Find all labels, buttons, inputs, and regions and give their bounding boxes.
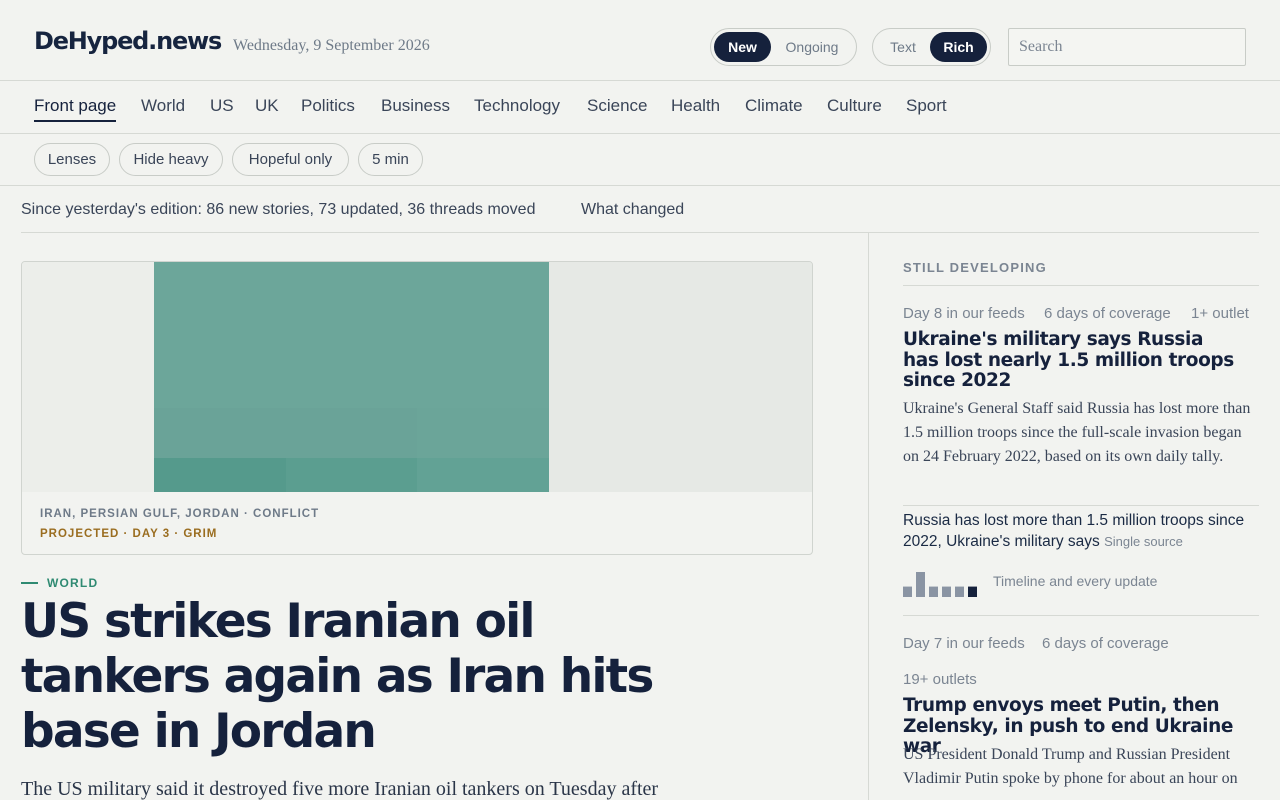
timeline-bar bbox=[955, 586, 964, 597]
developing-story-title[interactable]: Ukraine's military says Russia has lost … bbox=[903, 329, 1243, 392]
filter-bar: Lenses Hide heavy Hopeful only 5 min bbox=[0, 134, 1280, 186]
lead-kicker-label[interactable]: WORLD bbox=[47, 576, 98, 590]
story-day-count: Day 8 in our feeds bbox=[903, 305, 1025, 322]
lead-story-tags: IRAN, PERSIAN GULF, JORDAN · CONFLICT bbox=[40, 508, 320, 520]
lead-story-card[interactable]: IRAN, PERSIAN GULF, JORDAN · CONFLICT PR… bbox=[21, 261, 813, 555]
nav-item-us[interactable]: US bbox=[210, 96, 234, 120]
edition-date: Wednesday, 9 September 2026 bbox=[233, 37, 430, 54]
lead-kicker: WORLD bbox=[21, 576, 98, 590]
mode-text-button[interactable]: Text bbox=[876, 32, 930, 62]
story-day-count: Day 7 in our feeds bbox=[903, 635, 1025, 652]
timeline-sparkline[interactable] bbox=[903, 571, 979, 597]
nav-item-world[interactable]: World bbox=[141, 96, 185, 120]
developing-story-summary: US President Donald Trump and Russian Pr… bbox=[903, 746, 1238, 787]
story-outlet-count: 1+ outlet bbox=[1191, 305, 1249, 322]
search-input[interactable] bbox=[1008, 28, 1246, 66]
filter-5-min-chip[interactable]: 5 min bbox=[358, 143, 423, 176]
view-new-button[interactable]: New bbox=[714, 32, 771, 62]
timeline-bar bbox=[916, 572, 925, 597]
nav-item-uk[interactable]: UK bbox=[255, 96, 279, 120]
still-developing-label: STILL DEVELOPING bbox=[903, 260, 1047, 275]
timeline-bar bbox=[929, 586, 938, 597]
filter-hide-heavy-chip[interactable]: Hide heavy bbox=[119, 143, 223, 176]
filter-lenses-chip[interactable]: Lenses bbox=[34, 143, 110, 176]
story-outlet-count: 19+ outlets bbox=[903, 671, 977, 688]
developing-story-summary: Ukraine's General Staff said Russia has … bbox=[903, 400, 1251, 465]
nav-item-sport[interactable]: Sport bbox=[906, 96, 947, 120]
story-coverage-days: 6 days of coverage bbox=[1044, 305, 1171, 322]
lead-story-image bbox=[22, 262, 812, 492]
what-changed-link[interactable]: What changed bbox=[581, 201, 684, 219]
nav-item-science[interactable]: Science bbox=[587, 96, 647, 120]
lead-headline[interactable]: US strikes Iranian oil tankers again as … bbox=[21, 594, 661, 759]
related-story-source: Single source bbox=[1104, 534, 1183, 549]
site-header: DeHyped.news Wednesday, 9 September 2026… bbox=[0, 0, 1280, 81]
nav-item-business[interactable]: Business bbox=[381, 96, 450, 120]
related-story-title[interactable]: Russia has lost more than 1.5 million tr… bbox=[903, 512, 1244, 550]
related-story[interactable]: Russia has lost more than 1.5 million tr… bbox=[903, 510, 1253, 552]
timeline-bar bbox=[903, 586, 912, 597]
nav-item-health[interactable]: Health bbox=[671, 96, 720, 120]
story-coverage-days: 6 days of coverage bbox=[1042, 635, 1169, 652]
section-nav: Front page World US UK Politics Business… bbox=[0, 81, 1280, 134]
nav-item-technology[interactable]: Technology bbox=[474, 96, 560, 120]
content-divider bbox=[21, 232, 1259, 233]
view-toggle: New Ongoing bbox=[710, 28, 857, 66]
nav-item-front-page[interactable]: Front page bbox=[34, 96, 117, 122]
changes-summary: Since yesterday's edition: 86 new storie… bbox=[21, 201, 536, 218]
mode-toggle: Text Rich bbox=[872, 28, 991, 66]
column-divider bbox=[868, 233, 869, 800]
mode-rich-button[interactable]: Rich bbox=[930, 32, 987, 62]
timeline-bar bbox=[968, 586, 977, 597]
view-ongoing-button[interactable]: Ongoing bbox=[771, 32, 853, 62]
site-logo[interactable]: DeHyped.news bbox=[34, 27, 222, 55]
timeline-bar bbox=[942, 586, 951, 597]
nav-item-climate[interactable]: Climate bbox=[745, 96, 803, 120]
lead-dek: The US military said it destroyed five m… bbox=[21, 778, 659, 800]
nav-item-culture[interactable]: Culture bbox=[827, 96, 882, 120]
nav-item-politics[interactable]: Politics bbox=[301, 96, 355, 120]
filter-hopeful-only-chip[interactable]: Hopeful only bbox=[232, 143, 349, 176]
timeline-link[interactable]: Timeline and every update bbox=[993, 573, 1157, 589]
lead-story-status: PROJECTED · DAY 3 · GRIM bbox=[40, 528, 218, 540]
